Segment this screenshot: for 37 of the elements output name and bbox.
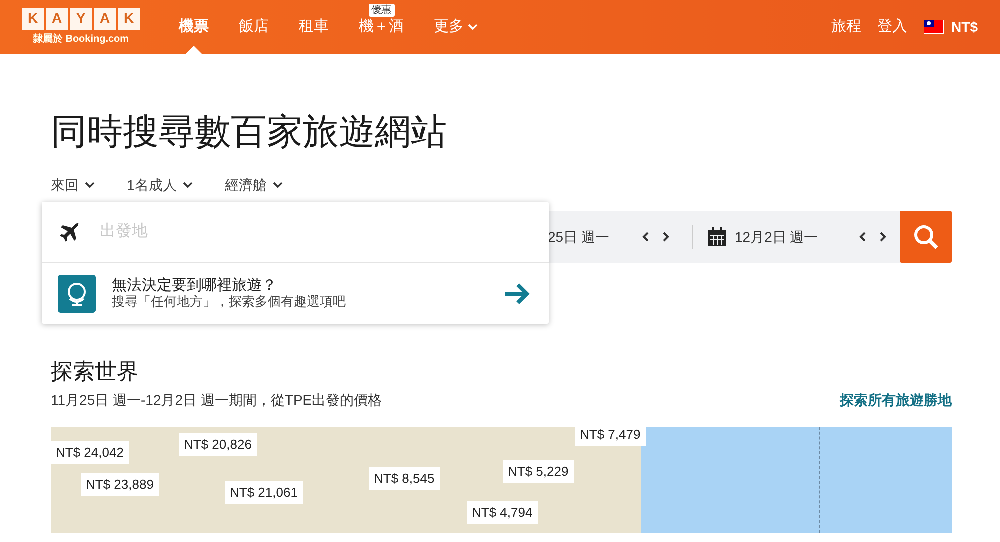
trip-option-dropdown[interactable]: 來回	[51, 175, 95, 196]
logo-tagline: 隸屬於 Booking.com	[32, 32, 130, 46]
prev-date-button[interactable]	[642, 231, 650, 244]
suggestion-title: 無法決定要到哪裡旅遊？	[112, 278, 278, 294]
deal-badge: 優惠	[368, 4, 394, 17]
depart-date[interactable]: 25日 週一	[548, 226, 638, 248]
suggestion-text: 搜尋「任何地方」，探索多個有趣選項吧	[112, 294, 347, 310]
next-date-button[interactable]	[879, 231, 887, 244]
price-label[interactable]: NT$ 5,229	[503, 460, 574, 484]
price-label[interactable]: NT$ 4,794	[467, 500, 538, 524]
search-icon	[913, 224, 939, 250]
flag-icon	[924, 20, 944, 34]
price-label[interactable]: NT$ 20,826	[179, 432, 257, 456]
caret-icon	[182, 182, 193, 190]
price-label[interactable]: NT$ 21,061	[225, 480, 303, 504]
next-date-button[interactable]	[662, 231, 670, 244]
trip-option-dropdown[interactable]: 1名成人	[127, 175, 193, 196]
map-view[interactable]: NT$ 24,042 NT$ 20,826 NT$ 23,889 NT$ 21,061 NT$ 8,545 NT$ 5,229 NT$ 4,794 NT$ 7,479	[51, 426, 952, 533]
section-title: 探索世界	[51, 359, 140, 386]
search-button[interactable]	[900, 211, 952, 264]
price-label[interactable]: NT$ 24,042	[51, 440, 129, 464]
explore-link[interactable]: 探索所有旅遊勝地	[840, 390, 952, 411]
section-subtitle: 11月25日 週一-12月2日 週一期間，從TPE出發的價格	[51, 390, 382, 410]
price-label[interactable]: NT$ 7,479	[575, 426, 646, 446]
plane-icon	[58, 220, 82, 244]
calendar-icon	[707, 227, 727, 248]
return-date[interactable]: 12月2日 週一	[735, 226, 855, 248]
page-title: 同時搜尋數百家旅遊網站	[51, 110, 448, 154]
price-label[interactable]: NT$ 8,545	[369, 466, 440, 490]
caret-icon	[85, 182, 95, 190]
price-label[interactable]: NT$ 23,889	[81, 472, 159, 496]
prev-date-button[interactable]	[859, 231, 867, 244]
caret-icon	[272, 182, 283, 190]
nav-tab[interactable]: 優惠 機＋酒	[344, 0, 419, 54]
trip-option-dropdown[interactable]: 經濟艙	[224, 175, 283, 196]
globe-icon	[58, 274, 96, 313]
anywhere-suggestion[interactable]: 無法決定要到哪裡旅遊？ 搜尋「任何地方」，探索多個有趣選項吧	[42, 263, 549, 324]
